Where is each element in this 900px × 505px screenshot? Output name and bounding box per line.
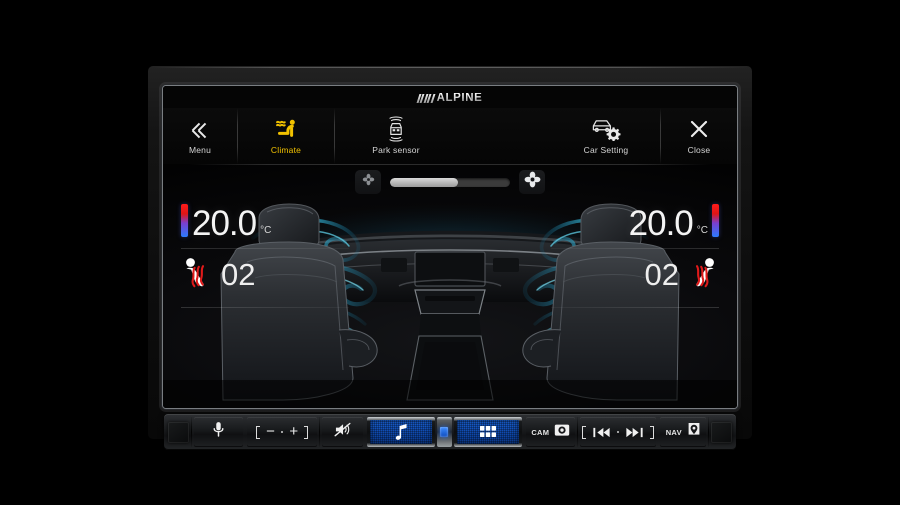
seat-heater-icon [689,256,719,295]
volume-rocker-button[interactable]: − + [247,417,317,447]
passenger-temperature-unit: °C [696,225,708,236]
temperature-gradient-bar-icon [181,204,188,237]
blue-led-icon [440,427,449,437]
button-divider [318,417,320,447]
ir-sensor-right [711,417,733,447]
driver-seat-heater-value: 02 [221,257,256,292]
speaker-mute-icon [334,422,351,442]
button-divider [708,417,709,447]
passenger-seat-heater-value: 02 [644,257,679,292]
nav-item-menu[interactable]: Menu [163,108,237,164]
voice-command-button[interactable] [193,417,243,447]
fan-speed-slider[interactable] [390,177,510,187]
park-sensor-car-waves-icon [384,116,408,142]
fan-small-icon [362,173,375,191]
nav-item-car-setting[interactable]: Car Setting [552,108,660,164]
button-divider [577,417,579,447]
double-chevron-left-icon [190,117,210,141]
head-unit-body: ALPINE Menu Climate Park sensor Car Sett… [148,66,752,450]
microphone-icon [212,421,225,443]
audio-source-button[interactable] [367,417,435,447]
apps-menu-button[interactable] [454,417,522,447]
ir-sensor-left [167,417,189,447]
car-gear-icon [591,117,621,141]
grid-apps-icon [457,420,519,444]
driver-seat-heater-row[interactable]: 02 [181,249,349,301]
navigation-button[interactable]: NAV [660,417,707,447]
nav-item-menu-label: Menu [188,145,212,155]
temperature-gradient-bar-icon [712,204,719,237]
alpine-slashes-logo-icon [416,93,436,103]
top-navigation-bar: Menu Climate Park sensor Car Setting Clo… [163,108,737,164]
track-rocker-button[interactable] [580,417,656,447]
nav-item-car-setting-label: Car Setting [583,145,629,155]
fan-speed-decrease-button[interactable] [355,170,381,194]
climate-seat-airflow-icon [273,117,299,141]
nav-item-park-sensor[interactable]: Park sensor [335,108,457,164]
previous-track-icon [592,427,610,437]
mute-button[interactable] [321,417,363,447]
camera-button-label: CAM [531,427,550,437]
seat-heater-icon [181,256,211,295]
hard-button-bar: − + CAM NAV [164,414,736,450]
driver-temperature-value: 20.0 [192,204,257,243]
button-divider [191,417,192,447]
next-track-icon [626,427,643,437]
nav-item-climate-label: Climate [270,145,302,155]
driver-climate-column: 20.0 °C 02 [181,196,349,308]
column-divider [551,307,719,308]
nav-item-climate[interactable]: Climate [238,108,334,164]
fan-large-icon [524,171,541,193]
brand-name: ALPINE [436,91,483,104]
nav-item-close-label: Close [687,145,711,155]
button-divider [523,417,525,447]
navigation-button-label: NAV [665,427,682,437]
passenger-seat-heater-row[interactable]: 02 [551,249,719,301]
driver-temperature-row[interactable]: 20.0 °C [181,196,349,242]
camera-icon [554,423,570,442]
map-pin-icon [687,422,701,443]
volume-minus-plus-icon: − + [256,424,309,439]
driver-temperature-unit: °C [260,225,272,236]
brand-logo-bar: ALPINE [163,86,737,108]
button-divider [657,417,659,447]
climate-panel: 20.0 °C 02 20.0 °C 02 [163,164,737,408]
alpine-logo: ALPINE [416,91,483,104]
touchscreen-display[interactable]: ALPINE Menu Climate Park sensor Car Sett… [163,86,737,408]
fan-speed-control[interactable] [355,170,545,194]
fan-speed-slider-fill [390,177,459,187]
fan-speed-increase-button[interactable] [519,170,545,194]
nav-item-park-sensor-label: Park sensor [372,145,420,155]
passenger-climate-column: 20.0 °C 02 [551,196,719,308]
nav-item-close[interactable]: Close [661,108,737,164]
close-x-icon [688,117,710,141]
power-indicator[interactable] [436,417,453,447]
column-divider [181,307,349,308]
button-divider [364,417,366,447]
passenger-temperature-value: 20.0 [628,204,694,243]
camera-button[interactable]: CAM [526,417,576,447]
passenger-temperature-row[interactable]: 20.0 °C [551,196,719,242]
prev-next-track-icon [581,425,655,439]
music-note-icon [370,420,432,444]
button-divider [244,417,246,447]
